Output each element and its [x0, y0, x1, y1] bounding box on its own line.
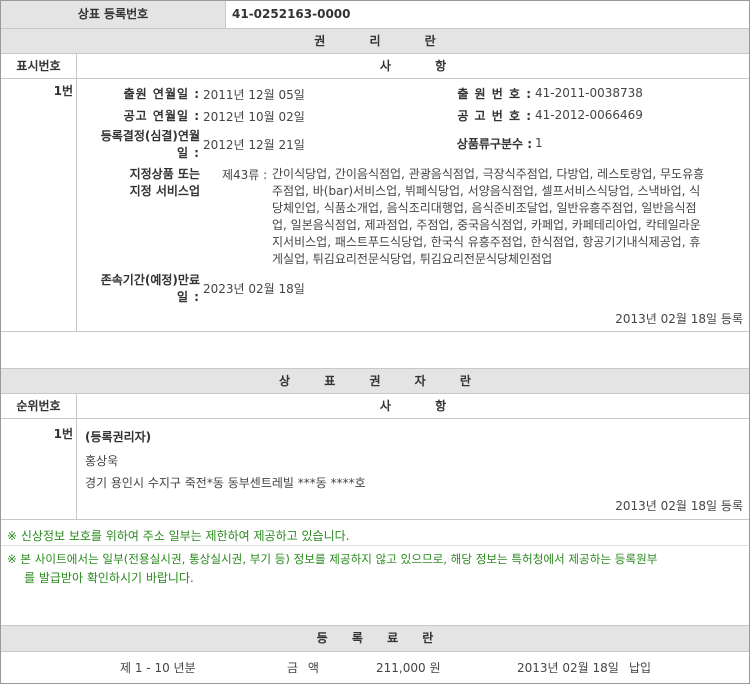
- term-label-line2: 일 :: [176, 290, 200, 304]
- app-date-label: 출원 연월일 :: [123, 87, 200, 101]
- goods-label-line2: 지정 서비스업: [129, 184, 200, 198]
- goods-line: 지서비스업, 패스트푸드식당업, 한국식 유흥주점업, 한식점업, 항공기기내식…: [272, 235, 701, 249]
- owner-registered-date: 2013년 02월 18일 등록: [615, 499, 743, 513]
- class-count-label: 상품류구분수 :: [456, 137, 532, 151]
- decision-date-label-line1: 등록결정(심결)연월: [100, 129, 200, 143]
- goods-class: 제43류 :: [222, 168, 268, 182]
- goods-line: 당체인업, 식품소개업, 음식조리대행업, 음식준비조달업, 일반유흥주점업, …: [272, 201, 697, 215]
- pub-no-label: 공 고 번 호 :: [457, 109, 532, 123]
- owner-col-detail-header: 사 항: [379, 399, 447, 413]
- goods-line: 주점업, 바(bar)서비스업, 뷔페식당업, 서양음식점업, 셀프서비스식당업…: [272, 184, 701, 198]
- term-value: 2023년 02월 18일: [203, 282, 305, 296]
- goods-line: 게실업, 튀김요리전문식당업, 튀김요리전문식당체인점업: [272, 252, 553, 266]
- fee-period: 제 1 - 10 년분: [120, 661, 196, 675]
- rights-registered-date: 2013년 02월 18일 등록: [615, 312, 743, 326]
- goods-line: 업, 일본음식점업, 제과점업, 주점업, 중국음식점업, 카페업, 카페테리아…: [272, 218, 701, 232]
- notice-partial-info-line2: 를 발급받아 확인하시기 바랍니다.: [24, 571, 194, 585]
- pub-date-value: 2012년 10월 02일: [203, 110, 305, 124]
- app-no-label: 출 원 번 호 :: [457, 87, 532, 101]
- fee-section-title: 등 록 료 란: [1, 626, 749, 651]
- app-date-value: 2011년 12월 05일: [203, 88, 305, 102]
- owner-address: 경기 용인시 수지구 죽전*동 동부센트레빌 ***동 ****호: [85, 476, 366, 490]
- owner-role: (등록권리자): [85, 430, 152, 444]
- goods-line: 간이식당업, 간이음식점업, 관광음식점업, 극장식주점업, 다방업, 레스토랑…: [272, 167, 705, 181]
- class-count-value: 1: [535, 136, 543, 150]
- rights-entry-number: 1번: [53, 84, 73, 98]
- owner-section-title: 상 표 권 자 란: [1, 369, 749, 393]
- notice-partial-info-line1: ※ 본 사이트에서는 일부(전용실시권, 통상실시권, 부기 등) 정보를 제공…: [7, 552, 658, 566]
- reg-no-label: 상표 등록번호: [1, 1, 225, 28]
- decision-date-value: 2012년 12월 21일: [203, 138, 305, 152]
- goods-label-line1: 지정상품 또는: [129, 167, 200, 181]
- fee-amount-label: 금 액: [287, 661, 319, 675]
- decision-date-label-line2: 일 :: [176, 146, 200, 160]
- reg-no-value: 41-0252163-0000: [232, 7, 351, 21]
- rights-section-title: 권 리 란: [1, 29, 749, 53]
- term-label-line1: 존속기간(예정)만료: [100, 273, 200, 287]
- fee-amount: 211,000 원: [376, 661, 441, 675]
- app-no-value: 41-2011-0038738: [535, 86, 643, 100]
- owner-name: 홍상욱: [85, 454, 119, 468]
- rights-col-detail-header: 사 항: [379, 59, 447, 73]
- owner-col-number-header: 순위번호: [16, 399, 61, 413]
- notice-privacy: ※ 신상정보 보호를 위하여 주소 일부는 제한하여 제공하고 있습니다.: [7, 529, 350, 543]
- fee-date: 2013년 02월 18일: [517, 661, 619, 675]
- fee-status: 납입: [629, 661, 652, 675]
- goods-list: 간이식당업, 간이음식점업, 관광음식점업, 극장식주점업, 다방업, 레스토랑…: [272, 166, 748, 268]
- rights-col-number-header: 표시번호: [16, 59, 61, 73]
- pub-no-value: 41-2012-0066469: [535, 108, 643, 122]
- owner-entry-number: 1번: [53, 427, 73, 441]
- pub-date-label: 공고 연월일 :: [123, 109, 200, 123]
